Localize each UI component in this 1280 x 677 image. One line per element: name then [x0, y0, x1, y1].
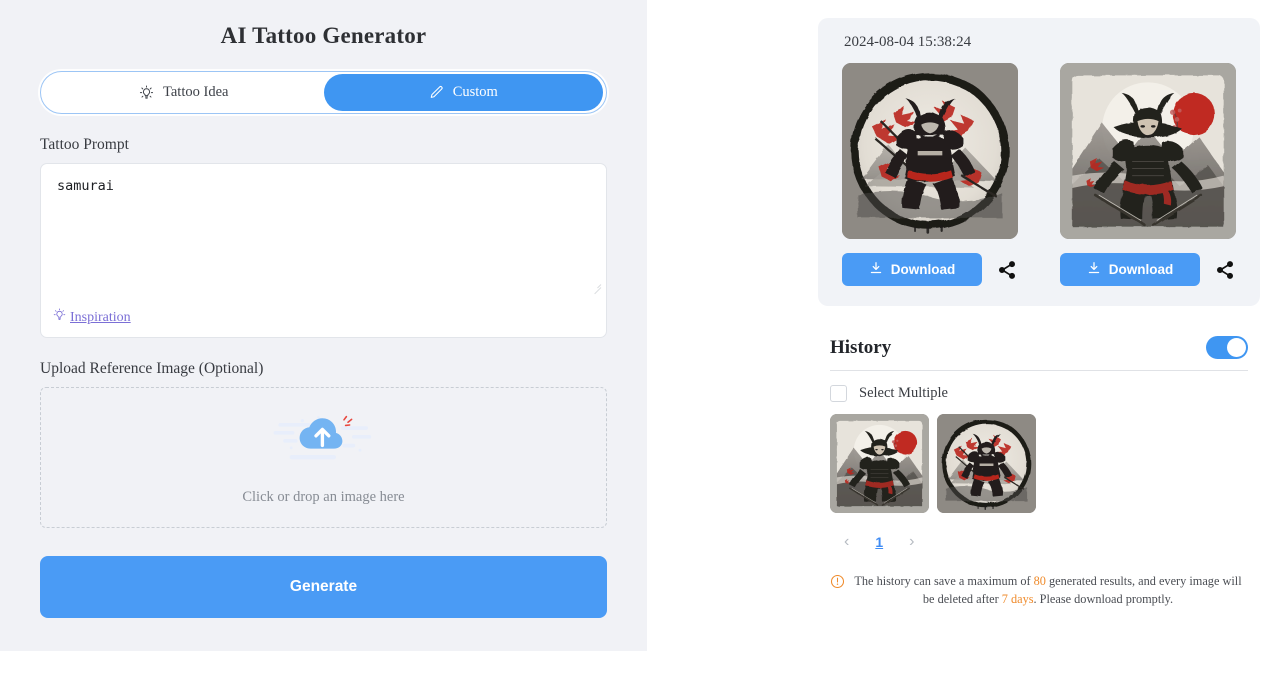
history-thumb-2[interactable] [937, 414, 1036, 513]
share-icon[interactable] [1214, 259, 1236, 281]
warning-circle-icon [830, 574, 845, 609]
lightbulb-icon [53, 308, 66, 327]
select-multiple-label: Select Multiple [859, 385, 948, 401]
generated-image-1[interactable] [842, 63, 1018, 239]
toggle-knob [1227, 338, 1246, 357]
result-item: Download [842, 63, 1018, 286]
note-part-3: . Please download promptly. [1033, 591, 1174, 606]
tab-custom[interactable]: Custom [323, 74, 603, 111]
upload-label: Upload Reference Image (Optional) [40, 360, 264, 377]
pencil-icon [429, 85, 444, 100]
prompt-label: Tattoo Prompt [40, 136, 129, 153]
app-root: AI Tattoo Generator Tattoo Idea Custom T… [0, 0, 1280, 677]
history-note: The history can save a maximum of 80 gen… [830, 573, 1248, 609]
prompt-input[interactable]: samurai [57, 178, 590, 196]
download-icon [869, 261, 883, 278]
tab-custom-label: Custom [452, 84, 498, 100]
result-actions: Download [1060, 253, 1236, 286]
dropzone-hint: Click or drop an image here [242, 488, 405, 505]
download-button-label: Download [890, 262, 956, 277]
inspiration-link[interactable]: Inspiration [53, 308, 131, 327]
history-section: History Select Multiple ‹ 1 › The histor… [818, 336, 1260, 609]
inspiration-label: Inspiration [70, 309, 131, 325]
download-icon [1087, 261, 1101, 278]
lightbulb-icon [139, 85, 154, 101]
generator-panel: AI Tattoo Generator Tattoo Idea Custom T… [0, 0, 647, 651]
history-note-text: The history can save a maximum of 80 gen… [854, 573, 1242, 609]
download-button-2[interactable]: Download [1060, 253, 1200, 286]
mode-tabs: Tattoo Idea Custom [40, 71, 607, 114]
download-button-label: Download [1108, 262, 1174, 277]
image-dropzone[interactable]: Click or drop an image here [40, 387, 607, 528]
history-header: History [830, 336, 1248, 371]
textarea-resize-handle[interactable] [592, 280, 601, 289]
history-pagination: ‹ 1 › [830, 533, 1248, 551]
result-actions: Download [842, 253, 1018, 286]
select-multiple-checkbox[interactable] [830, 385, 847, 402]
share-icon[interactable] [996, 259, 1018, 281]
history-title: History [830, 336, 892, 358]
note-part-1: The history can save a maximum of [854, 574, 1034, 588]
generate-button[interactable]: Generate [40, 556, 607, 618]
tab-tattoo-idea-label: Tattoo Idea [163, 84, 229, 100]
results-panel: 2024-08-04 15:38:24 Download Download Hi… [818, 18, 1260, 609]
history-thumb-1[interactable] [830, 414, 929, 513]
history-thumbnails [830, 414, 1248, 513]
result-image-grid: Download Download [842, 63, 1236, 286]
history-toggle[interactable] [1206, 336, 1248, 359]
download-button-1[interactable]: Download [842, 253, 982, 286]
pagination-prev[interactable]: ‹ [844, 533, 849, 551]
cloud-upload-icon [272, 410, 376, 473]
generated-image-2[interactable] [1060, 63, 1236, 239]
note-retention: 7 days [1001, 591, 1034, 606]
tattoo-prompt-field[interactable]: samurai Inspiration [40, 163, 607, 338]
select-multiple-row[interactable]: Select Multiple [830, 385, 1248, 402]
pagination-page-1[interactable]: 1 [875, 534, 883, 550]
result-timestamp: 2024-08-04 15:38:24 [844, 34, 972, 50]
latest-result-card: 2024-08-04 15:38:24 Download Download [818, 18, 1260, 306]
tab-tattoo-idea[interactable]: Tattoo Idea [44, 74, 324, 111]
pagination-next[interactable]: › [909, 533, 914, 551]
result-item: Download [1060, 63, 1236, 286]
page-title: AI Tattoo Generator [220, 23, 427, 48]
note-max-results: 80 [1033, 574, 1046, 588]
